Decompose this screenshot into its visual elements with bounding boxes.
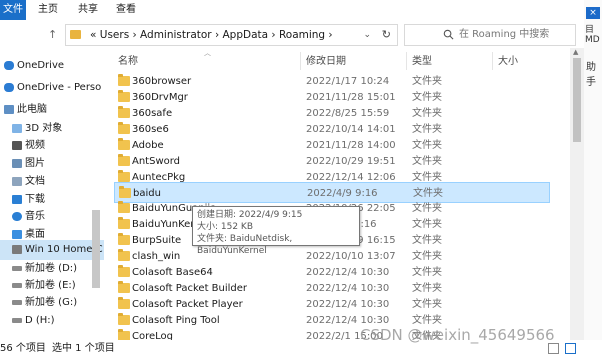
status-selected-count: 选中 1 个项目 xyxy=(52,343,115,354)
tooltip-created: 创建日期: 2022/4/9 9:15 xyxy=(197,210,303,220)
download-icon xyxy=(12,194,22,204)
drive-icon xyxy=(12,265,22,271)
folder-icon xyxy=(118,170,130,182)
document-icon xyxy=(12,176,22,186)
scrollbar-thumb[interactable] xyxy=(573,58,581,142)
search-box[interactable]: 在 Roaming 中搜索 xyxy=(404,24,576,46)
folder-icon xyxy=(118,201,130,213)
tooltip-size: 大小: 152 KB xyxy=(197,222,254,232)
folder-icon xyxy=(118,138,130,150)
ribbon-tabs: 文件 主页 共享 查看 xyxy=(0,0,602,20)
folder-icon xyxy=(118,281,130,293)
music-icon xyxy=(12,211,22,221)
nav-item-documents[interactable]: 文档 xyxy=(12,172,104,192)
sort-ascending-icon: ︿ xyxy=(204,49,211,57)
nav-item-c-drive[interactable]: Win 10 Home C xyxy=(0,240,104,260)
video-icon xyxy=(12,140,22,150)
tab-share[interactable]: 共享 xyxy=(78,0,98,20)
column-divider[interactable] xyxy=(406,52,407,70)
nav-item-g-drive[interactable]: 新加卷 (G:) xyxy=(12,293,104,313)
folder-icon xyxy=(118,265,130,277)
watermark: CSDN @weixin_45649566 xyxy=(360,326,555,344)
folder-icon xyxy=(118,313,130,325)
scroll-up-icon[interactable]: ▲ xyxy=(573,48,578,56)
tooltip-contents: 文件夹: BaiduNetdisk, BaiduYunKernel xyxy=(197,234,293,256)
search-input[interactable]: 在 Roaming 中搜索 xyxy=(459,25,549,45)
drive-icon xyxy=(12,282,22,288)
folder-icon xyxy=(118,329,130,340)
column-header-type[interactable]: 类型 xyxy=(412,54,432,70)
folder-icon xyxy=(118,217,130,229)
column-header-date[interactable]: 修改日期 xyxy=(306,54,346,70)
cloud-icon xyxy=(4,60,14,70)
folder-icon xyxy=(118,74,130,86)
background-window-text-2: 助手 xyxy=(586,62,596,88)
folder-icon xyxy=(118,122,130,134)
cloud-icon xyxy=(4,82,14,92)
search-icon xyxy=(443,29,454,40)
folder-icon xyxy=(118,297,130,309)
background-window xyxy=(584,0,602,358)
picture-icon xyxy=(12,158,22,168)
folder-icon xyxy=(118,154,130,166)
drive-icon xyxy=(12,299,22,305)
address-bar[interactable]: « Users › Administrator › AppData › Roam… xyxy=(65,24,398,46)
folder-icon xyxy=(118,233,130,245)
column-header-name[interactable]: 名称 xyxy=(118,54,138,70)
file-list: ︿ 名称 修改日期 类型 大小 360browser 2022/1/17 10:2… xyxy=(108,48,576,340)
desktop-icon xyxy=(12,229,22,239)
nav-item-pictures[interactable]: 图片 xyxy=(12,154,104,174)
tab-file[interactable]: 文件 xyxy=(0,0,26,20)
nav-item-music[interactable]: 音乐 xyxy=(12,207,104,227)
nav-scrollbar[interactable] xyxy=(92,210,100,288)
folder-icon xyxy=(118,90,130,102)
tab-view[interactable]: 查看 xyxy=(116,0,136,20)
details-view-icon[interactable] xyxy=(548,343,559,354)
folder-icon xyxy=(119,186,131,198)
background-window-text: 目MD xyxy=(585,25,600,45)
close-button[interactable]: × xyxy=(586,7,600,19)
nav-item-onedrive-personal[interactable]: OneDrive - Perso xyxy=(4,78,104,98)
drive-icon xyxy=(12,244,22,254)
nav-item-h-drive[interactable]: D (H:) xyxy=(12,311,104,331)
column-header-size[interactable]: 大小 xyxy=(498,54,518,70)
drive-icon xyxy=(12,317,22,323)
chevron-down-icon[interactable]: ⌄ xyxy=(363,25,371,45)
nav-item-this-pc[interactable]: 此电脑 xyxy=(4,100,104,120)
folder-icon xyxy=(118,106,130,118)
column-divider[interactable] xyxy=(492,52,493,70)
cube-icon xyxy=(12,123,22,133)
tab-home[interactable]: 主页 xyxy=(38,0,58,20)
refresh-icon[interactable]: ↻ xyxy=(382,25,391,45)
status-item-count: 56 个项目 xyxy=(0,343,46,354)
navigation-pane: OneDrive OneDrive - Perso 此电脑 3D 对象 视频 图… xyxy=(0,50,104,340)
nav-item-videos[interactable]: 视频 xyxy=(12,136,104,156)
folder-icon xyxy=(70,30,81,39)
file-name: CoreLog xyxy=(132,331,174,340)
folder-tooltip: 创建日期: 2022/4/9 9:15 大小: 152 KB 文件夹: Baid… xyxy=(192,206,360,256)
up-arrow-icon[interactable]: ↑ xyxy=(48,28,57,41)
computer-icon xyxy=(4,104,14,114)
breadcrumb[interactable]: « Users › Administrator › AppData › Roam… xyxy=(90,25,333,45)
large-icons-view-icon[interactable] xyxy=(565,343,576,354)
file-list-scrollbar[interactable]: ▲ xyxy=(570,48,584,340)
folder-icon xyxy=(118,249,130,261)
column-divider[interactable] xyxy=(300,52,301,70)
nav-item-onedrive[interactable]: OneDrive xyxy=(4,56,104,76)
